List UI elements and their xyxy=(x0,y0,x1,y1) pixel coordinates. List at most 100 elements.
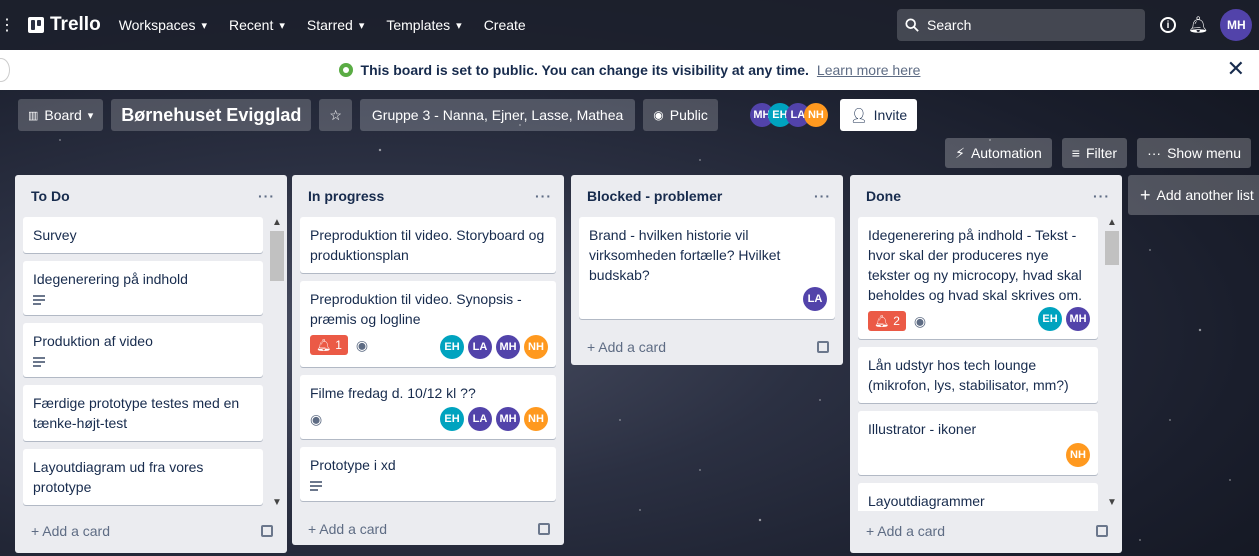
card[interactable]: Layoutdiagrammer xyxy=(858,483,1098,511)
nav-workspaces[interactable]: Workspaces ▾ xyxy=(119,17,207,33)
add-card-button[interactable]: + Add a card xyxy=(292,509,564,549)
card[interactable]: Lån udstyr hos tech lounge (mikrofon, ly… xyxy=(858,347,1098,403)
member-avatar[interactable]: LA xyxy=(468,407,492,431)
list-header[interactable]: Done ··· xyxy=(850,175,1122,217)
visibility-label: Public xyxy=(669,107,708,123)
nav-create-label: Create xyxy=(483,17,526,33)
card[interactable]: Idegenerering på indhold - Tekst - hvor … xyxy=(858,217,1098,339)
automation-button[interactable]: ⚡︎ Automation xyxy=(945,138,1052,168)
scroll-down-icon[interactable]: ▼ xyxy=(1104,497,1120,511)
member-avatar[interactable]: MH xyxy=(1066,307,1090,331)
card[interactable]: Preproduktion til video. Storyboard og p… xyxy=(300,217,556,273)
list-in-progress: In progress ··· Preproduktion til video.… xyxy=(292,175,564,545)
member-avatar[interactable]: NH xyxy=(524,407,548,431)
scroll-up-icon[interactable]: ▲ xyxy=(269,217,285,231)
trello-logo[interactable]: Trello xyxy=(28,14,101,36)
card[interactable]: Prototype i xd xyxy=(300,447,556,501)
search-input[interactable]: Search xyxy=(897,9,1145,41)
list-title: Done xyxy=(866,188,901,204)
member-avatar[interactable]: EH xyxy=(1038,307,1062,331)
nav-templates[interactable]: Templates ▾ xyxy=(386,17,461,33)
list-scrollbar[interactable]: ▲ ▼ xyxy=(269,217,285,511)
description-icon xyxy=(33,295,45,305)
description-icon xyxy=(33,357,45,367)
card-title: Illustrator - ikoner xyxy=(868,421,977,437)
scroll-up-icon[interactable]: ▲ xyxy=(1104,217,1120,231)
invite-label: Invite xyxy=(873,107,908,123)
scrollbar-thumb[interactable] xyxy=(270,231,284,281)
member-avatar[interactable]: MH xyxy=(496,407,520,431)
list-menu-icon[interactable]: ··· xyxy=(535,188,552,204)
list-header[interactable]: To Do ··· xyxy=(15,175,287,217)
chevron-down-icon: ▾ xyxy=(201,19,207,32)
app-switcher-icon[interactable]: ⋮ xyxy=(0,0,15,50)
notifications-bell-icon[interactable]: 🔔︎ xyxy=(1188,15,1208,35)
list-menu-icon[interactable]: ··· xyxy=(814,188,831,204)
card[interactable]: Survey xyxy=(23,217,263,253)
star-board-button[interactable]: ☆ xyxy=(319,99,352,131)
show-menu-button[interactable]: ··· Show menu xyxy=(1137,138,1251,168)
filter-button[interactable]: ≡ Filter xyxy=(1061,138,1128,168)
card-title: Lån udstyr hos tech lounge (mikrofon, ly… xyxy=(868,357,1069,393)
card-title: Preproduktion til video. Synopsis - præm… xyxy=(310,291,522,327)
member-avatar[interactable]: MH xyxy=(496,335,520,359)
card-template-icon[interactable] xyxy=(1096,525,1108,537)
member-avatar[interactable]: NH xyxy=(803,103,828,127)
member-avatar[interactable]: EH xyxy=(440,335,464,359)
card-template-icon[interactable] xyxy=(817,341,829,353)
plus-icon: + xyxy=(866,523,878,539)
board-view-switcher[interactable]: ▥ Board ▾ xyxy=(18,99,104,131)
info-icon[interactable]: i xyxy=(1160,17,1176,33)
watch-eye-icon: ◉ xyxy=(355,337,369,353)
add-card-button[interactable]: + Add a card xyxy=(850,511,1122,551)
list-header[interactable]: Blocked - problemer ··· xyxy=(571,175,843,217)
card[interactable]: Produktion af video xyxy=(23,323,263,377)
list-menu-icon[interactable]: ··· xyxy=(1093,188,1110,204)
visibility-button[interactable]: ◉ Public xyxy=(643,99,718,131)
member-avatar[interactable]: LA xyxy=(468,335,492,359)
member-avatar[interactable]: NH xyxy=(524,335,548,359)
card[interactable]: Brand - hvilken historie vil virksomhede… xyxy=(579,217,835,319)
nav-starred[interactable]: Starred ▾ xyxy=(307,17,364,33)
watch-eye-icon: ◉ xyxy=(310,411,323,427)
automation-label: Automation xyxy=(970,145,1042,161)
card[interactable]: Illustrator - ikoner NH xyxy=(858,411,1098,475)
card-template-icon[interactable] xyxy=(261,525,273,537)
list-menu-icon[interactable]: ··· xyxy=(258,188,275,204)
add-card-button[interactable]: + Add a card xyxy=(571,327,843,367)
nav-create[interactable]: Create xyxy=(484,17,526,33)
member-avatar[interactable]: NH xyxy=(1066,443,1090,467)
scrollbar-thumb[interactable] xyxy=(1105,231,1119,265)
add-list-button[interactable]: + Add another list xyxy=(1128,175,1259,215)
invite-button[interactable]: 👤︎ Invite xyxy=(839,99,918,131)
card-title: Idegenerering på indhold xyxy=(33,271,188,287)
card[interactable]: Færdige prototype testes med en tænke-hø… xyxy=(23,385,263,441)
nav-templates-label: Templates xyxy=(386,17,451,33)
card-title: Færdige prototype testes med en tænke-hø… xyxy=(33,395,240,431)
nav-recent[interactable]: Recent ▾ xyxy=(229,17,285,33)
scroll-down-icon[interactable]: ▼ xyxy=(269,497,285,511)
board-title-button[interactable]: Børnehuset Evigglad xyxy=(111,99,312,131)
workspace-name: Gruppe 3 - Nanna, Ejner, Lasse, Mathea xyxy=(371,107,624,123)
globe-icon: ◉ xyxy=(653,108,664,122)
list-title: Blocked - problemer xyxy=(587,188,723,204)
card-title: Brand - hvilken historie vil virksomhede… xyxy=(589,227,781,283)
member-avatar[interactable]: LA xyxy=(803,287,827,311)
card-template-icon[interactable] xyxy=(538,523,550,535)
workspace-button[interactable]: Gruppe 3 - Nanna, Ejner, Lasse, Mathea xyxy=(359,99,636,131)
member-avatar[interactable]: EH xyxy=(440,407,464,431)
list-header[interactable]: In progress ··· xyxy=(292,175,564,217)
close-icon[interactable]: ✕ xyxy=(1227,58,1245,80)
card[interactable]: Layoutdiagram ud fra vores prototype xyxy=(23,449,263,505)
add-card-button[interactable]: + Add a card xyxy=(15,511,287,551)
card[interactable]: Idegenerering på indhold xyxy=(23,261,263,315)
account-avatar[interactable]: MH xyxy=(1220,9,1253,41)
bell-icon: 🔔︎ xyxy=(316,338,332,352)
banner-learn-more-link[interactable]: Learn more here xyxy=(817,62,921,78)
public-globe-icon xyxy=(338,63,353,77)
card-title: Survey xyxy=(33,227,77,243)
list-blocked: Blocked - problemer ··· Brand - hvilken … xyxy=(571,175,843,365)
card[interactable]: Filme fredag d. 10/12 kl ?? ◉ EH LA MH N… xyxy=(300,375,556,439)
card[interactable]: Preproduktion til video. Synopsis - præm… xyxy=(300,281,556,367)
list-scrollbar[interactable]: ▲ ▼ xyxy=(1104,217,1120,511)
